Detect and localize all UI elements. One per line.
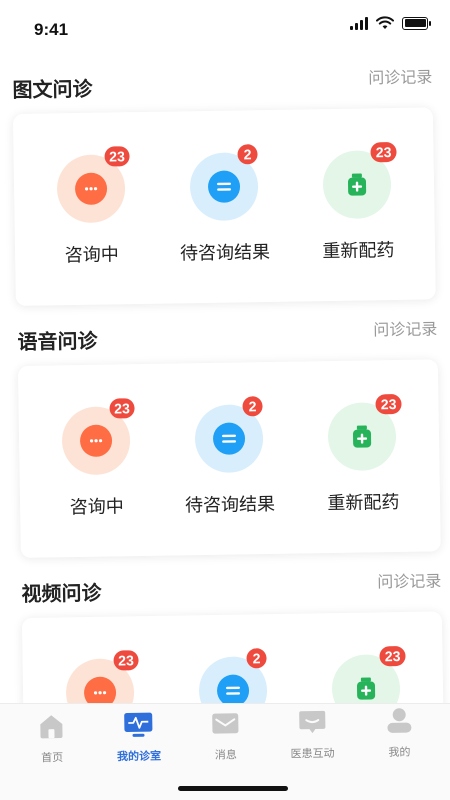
medicine-circle: 23 (327, 393, 402, 472)
item-refill-medicine[interactable]: 23 重新配药 (297, 141, 419, 264)
chat-box-icon (297, 707, 327, 737)
section-video-consultation: 视频问诊 问诊记录 23 2 23 (21, 555, 445, 703)
item-pending-result[interactable]: 2 待咨询结果 (164, 144, 286, 266)
tab-doctor-patient-interaction[interactable]: 医患互动 (272, 706, 353, 761)
chat-circle: 23 (56, 146, 130, 224)
item-label: 咨询中 (64, 244, 119, 266)
equals-icon (212, 422, 246, 455)
count-badge: 23 (113, 650, 139, 671)
status-time: 9:41 (34, 20, 69, 39)
equals-icon (216, 674, 250, 703)
item-consulting[interactable]: 23 咨询中 (35, 398, 157, 520)
section-header: 语音问诊 问诊记录 (17, 303, 438, 356)
item-refill-medicine[interactable]: 23 (306, 645, 427, 703)
item-consulting[interactable]: 23 咨询中 (30, 146, 152, 268)
home-indicator[interactable] (178, 786, 288, 791)
chat-circle: 23 (65, 650, 139, 703)
chat-bubble-icon (79, 424, 112, 458)
medicine-circle: 23 (322, 141, 397, 220)
item-label: 待咨询结果 (179, 241, 271, 264)
consultation-record-link[interactable]: 问诊记录 (377, 567, 441, 592)
status-icons (350, 16, 431, 30)
item-label: 重新配药 (327, 492, 400, 514)
medicine-bottle-icon (341, 168, 373, 200)
item-pending-result[interactable]: 2 (173, 648, 294, 703)
count-badge: 2 (237, 144, 258, 165)
count-badge: 23 (109, 398, 135, 419)
tab-label: 我的 (388, 746, 411, 759)
tab-messages[interactable]: 消息 (185, 708, 266, 763)
battery-icon (402, 16, 431, 30)
chat-circle: 23 (61, 398, 135, 476)
count-badge: 23 (370, 141, 397, 163)
tab-home[interactable]: 首页 (12, 711, 93, 766)
item-label: 待咨询结果 (184, 493, 276, 516)
tab-label: 医患互动 (290, 747, 335, 761)
tab-label: 消息 (214, 749, 237, 762)
count-badge: 23 (104, 146, 130, 167)
consultation-record-link[interactable]: 问诊记录 (373, 315, 437, 340)
chat-bubble-icon (83, 676, 116, 703)
equals-icon (207, 170, 241, 203)
count-badge: 2 (246, 648, 267, 669)
consultation-record-link[interactable]: 问诊记录 (368, 63, 432, 88)
tab-profile[interactable]: 我的 (359, 705, 440, 760)
tab-my-clinic[interactable]: 我的诊室 (98, 709, 179, 764)
monitor-pulse-icon (123, 710, 153, 740)
tab-label: 我的诊室 (116, 750, 162, 764)
home-icon (37, 711, 67, 741)
consultation-content[interactable]: 图文问诊 问诊记录 23 咨询中 2 待咨询结果 23 重新配药 语音问诊 问诊… (0, 48, 450, 703)
section-voice-consultation: 语音问诊 问诊记录 23 咨询中 2 待咨询结果 23 重新配药 (17, 303, 441, 558)
pending-circle: 2 (198, 648, 268, 703)
consultation-card: 23 2 23 (21, 611, 445, 703)
tab-label: 首页 (41, 752, 64, 765)
count-badge: 23 (375, 393, 402, 415)
item-refill-medicine[interactable]: 23 重新配药 (302, 393, 424, 516)
item-label: 重新配药 (322, 240, 395, 262)
medicine-circle: 23 (331, 645, 406, 703)
chat-bubble-icon (74, 172, 107, 206)
count-badge: 23 (379, 645, 406, 667)
section-title: 视频问诊 (21, 582, 102, 606)
person-icon (384, 706, 414, 736)
section-title: 图文问诊 (12, 78, 93, 102)
pending-circle: 2 (189, 144, 259, 222)
section-title: 语音问诊 (17, 330, 98, 354)
item-pending-result[interactable]: 2 待咨询结果 (169, 396, 291, 518)
section-header: 视频问诊 问诊记录 (21, 555, 442, 608)
section-text-consultation: 图文问诊 问诊记录 23 咨询中 2 待咨询结果 23 重新配药 (12, 51, 436, 306)
item-label: 咨询中 (69, 496, 124, 518)
envelope-icon (210, 708, 240, 738)
wifi-icon (376, 16, 394, 29)
count-badge: 2 (242, 396, 263, 417)
status-bar: 9:41 (0, 0, 450, 48)
section-header: 图文问诊 问诊记录 (12, 51, 433, 104)
pending-circle: 2 (194, 396, 264, 474)
medicine-bottle-icon (346, 420, 378, 452)
item-consulting[interactable]: 23 (39, 650, 160, 703)
cellular-signal-icon (350, 16, 368, 30)
consultation-card: 23 咨询中 2 待咨询结果 23 重新配药 (12, 107, 436, 306)
consultation-card: 23 咨询中 2 待咨询结果 23 重新配药 (17, 359, 441, 558)
